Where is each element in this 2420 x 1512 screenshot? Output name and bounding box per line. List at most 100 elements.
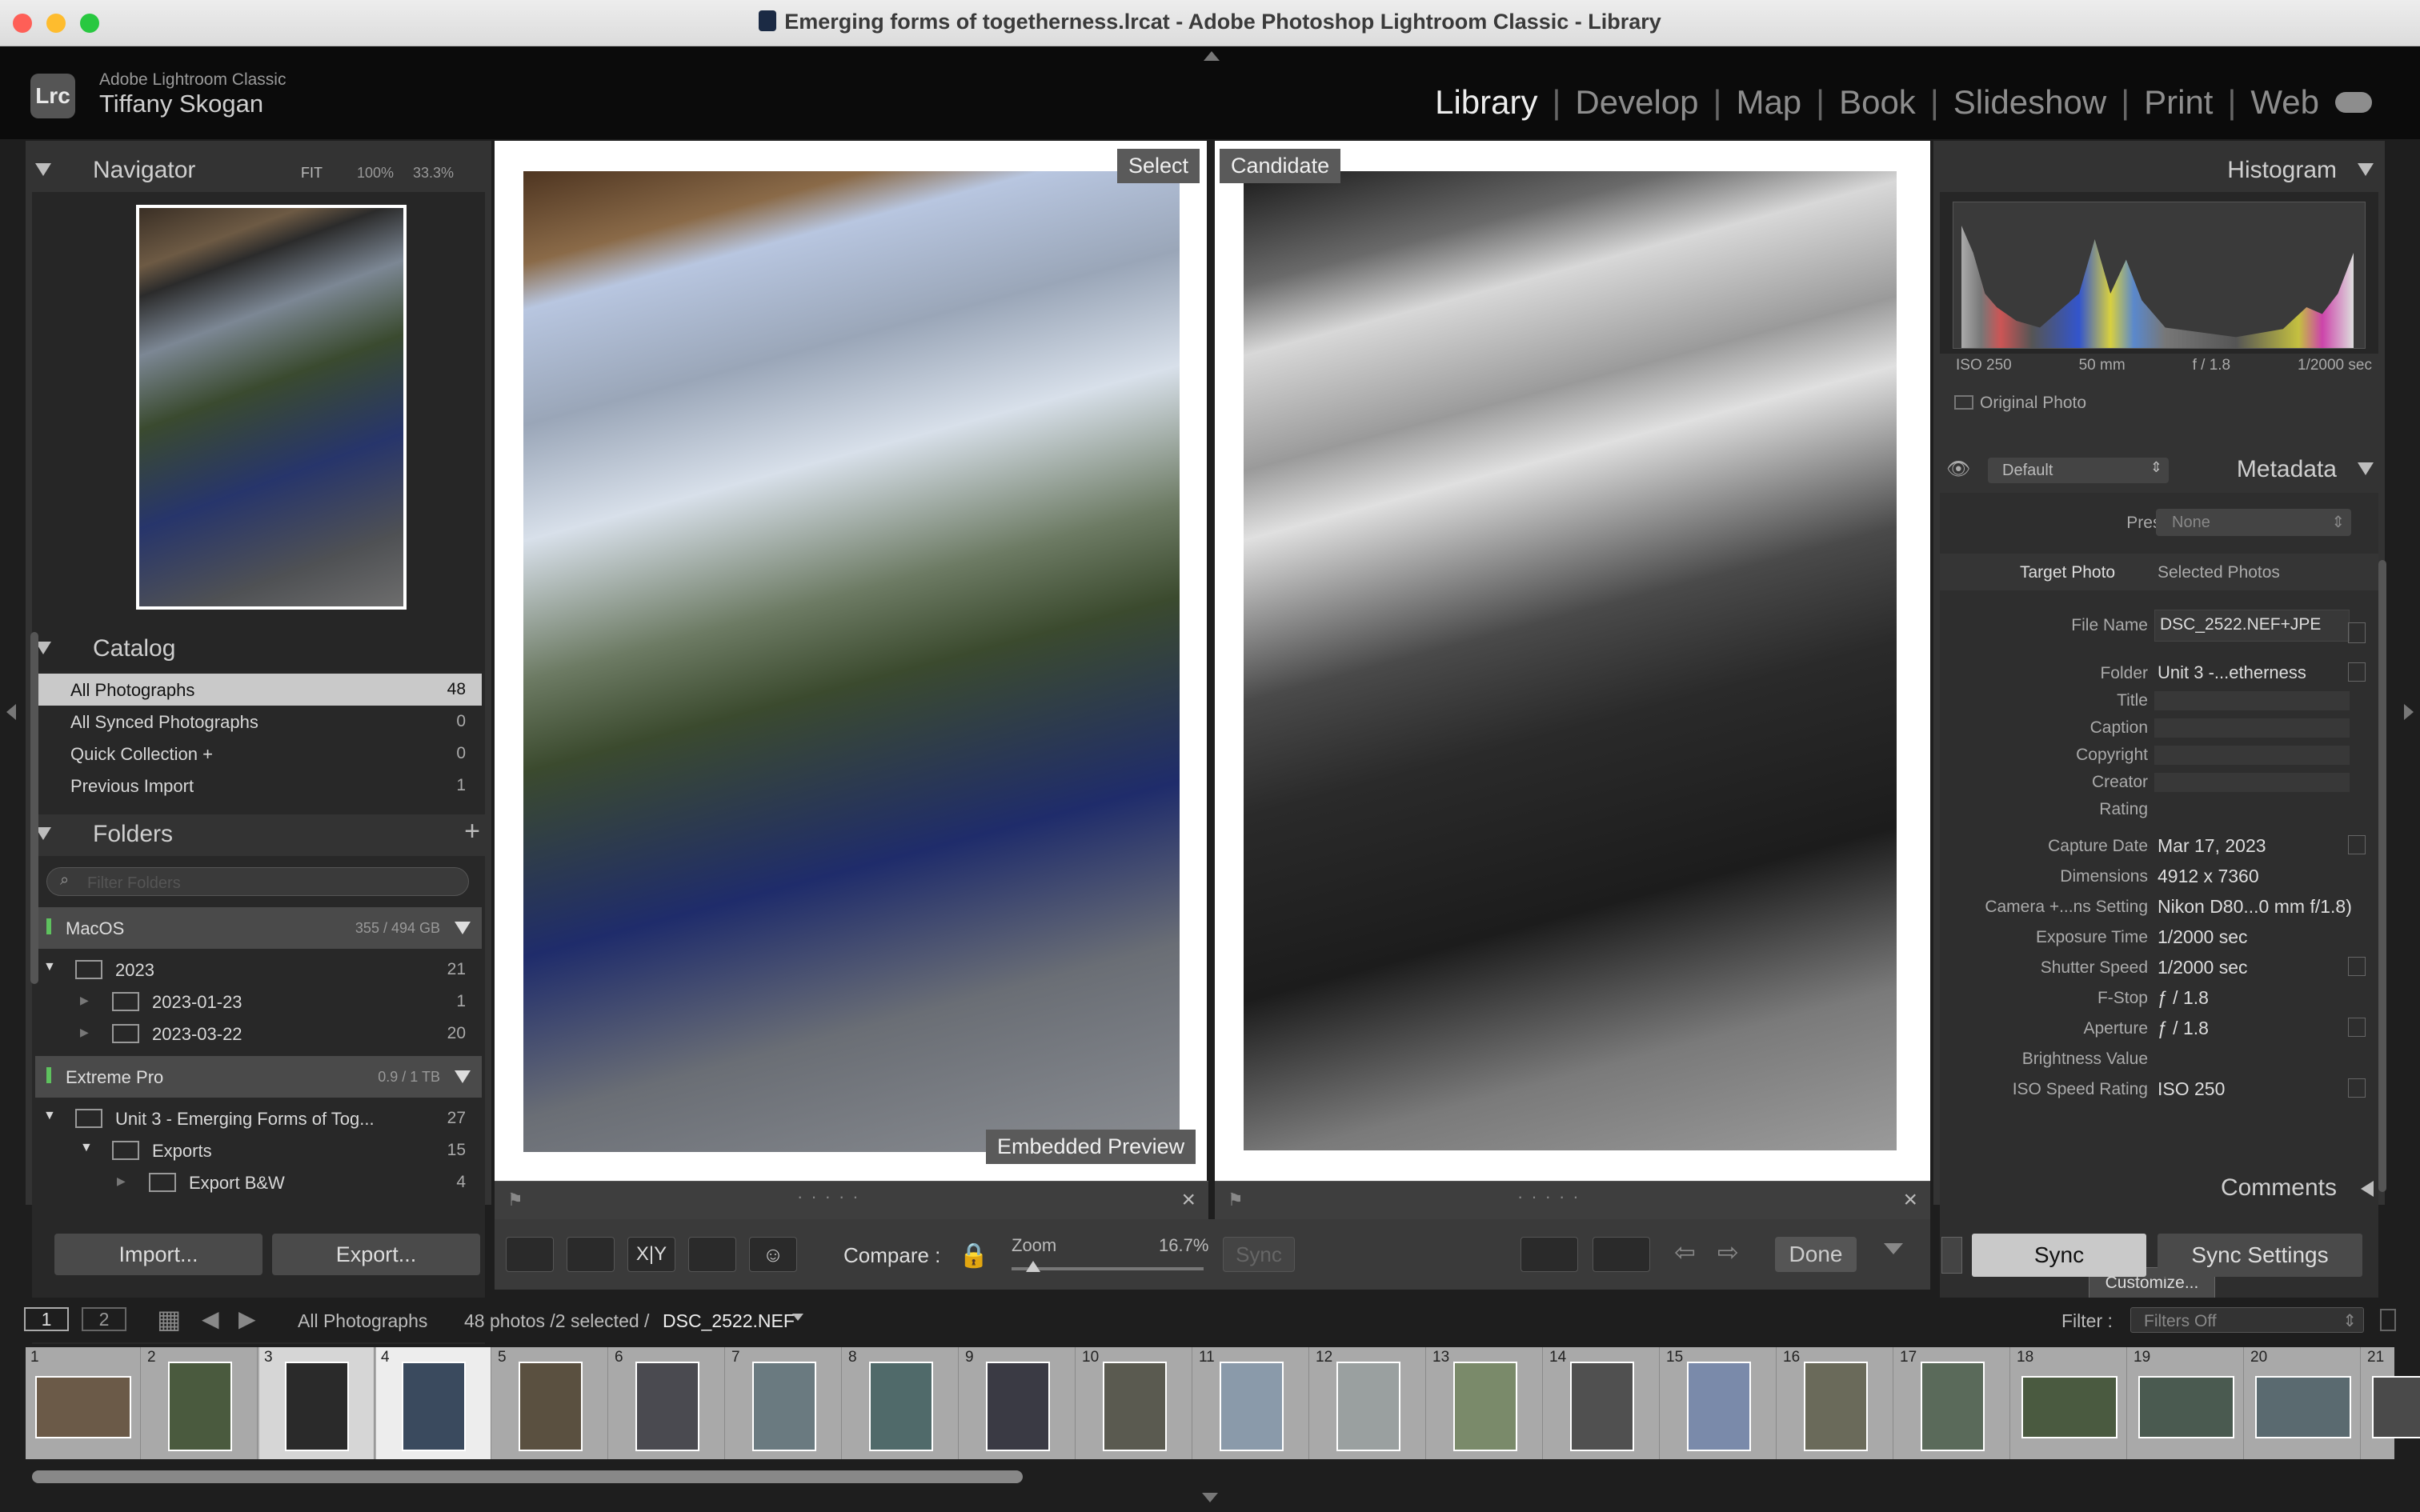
filmstrip-thumbnail-cell[interactable]: 20 (2246, 1347, 2361, 1459)
creator-field[interactable] (2154, 773, 2350, 792)
primary-window-button[interactable]: 1 (24, 1307, 69, 1331)
flag-icon[interactable]: ⚑ (1228, 1190, 1244, 1210)
volume-menu-triangle-icon[interactable] (455, 1070, 471, 1083)
histogram-header[interactable]: Histogram (1933, 147, 2385, 192)
filmstrip-thumbnail-cell[interactable]: 15 (1661, 1347, 1777, 1459)
filmstrip-thumbnail-cell[interactable]: 4 (376, 1347, 491, 1459)
catalog-item-all-photographs[interactable]: All Photographs 48 (35, 674, 482, 706)
module-print[interactable]: Print (2144, 83, 2213, 122)
lock-icon[interactable]: 🔒 (959, 1242, 988, 1270)
swap-icon[interactable] (1521, 1237, 1578, 1272)
import-button[interactable]: Import... (54, 1234, 262, 1275)
module-book[interactable]: Book (1839, 83, 1916, 122)
sync-button[interactable]: Sync (1972, 1234, 2146, 1277)
comments-header[interactable]: Comments (1933, 1166, 2385, 1208)
filmstrip-thumbnail-cell[interactable]: 13 (1428, 1347, 1543, 1459)
zoom-fit[interactable]: FIT (301, 165, 323, 182)
filmstrip-thumbnail-cell[interactable]: 17 (1895, 1347, 2010, 1459)
navigator-header[interactable]: Navigator FIT 100% 33.3% (26, 147, 491, 192)
folder-unit3[interactable]: ▼ Unit 3 - Emerging Forms of Tog... 27 (35, 1102, 482, 1134)
tab-selected-photos[interactable]: Selected Photos (2158, 563, 2280, 582)
current-dropdown-chevron-icon[interactable] (792, 1314, 803, 1321)
select-photo[interactable] (523, 171, 1180, 1152)
grid-icon[interactable]: ▦ (157, 1304, 181, 1334)
preset-dropdown[interactable]: None ⇕ (2156, 509, 2351, 536)
filmstrip-thumbnail-cell[interactable]: 18 (2012, 1347, 2127, 1459)
filmstrip-source[interactable]: All Photographs (298, 1310, 427, 1332)
title-field[interactable] (2154, 691, 2350, 710)
auto-sync-toggle[interactable] (1941, 1237, 1962, 1274)
people-view-icon[interactable]: ☺ (749, 1237, 797, 1272)
filename-field[interactable]: DSC_2522.NEF+JPE (2154, 610, 2350, 642)
export-button[interactable]: Export... (272, 1234, 480, 1275)
catalog-item-previous-import[interactable]: Previous Import 1 (35, 770, 482, 802)
filmstrip-thumbnail-cell[interactable]: 6 (610, 1347, 725, 1459)
filmstrip-current[interactable]: DSC_2522.NEF (663, 1310, 795, 1332)
filter-dropdown[interactable]: Filters Off ⇕ (2130, 1307, 2364, 1333)
catalog-item-quick-collection[interactable]: Quick Collection +0 (35, 738, 482, 770)
make-select-icon[interactable] (1593, 1237, 1650, 1272)
iso-action-icon[interactable] (2348, 1078, 2366, 1098)
filmstrip-thumbnail-cell[interactable]: 5 (493, 1347, 608, 1459)
zoom-100[interactable]: 100% (357, 165, 394, 182)
filmstrip-thumbnail-cell[interactable]: 19 (2129, 1347, 2244, 1459)
filter-lock-icon[interactable] (2380, 1309, 2396, 1331)
hide-right-panel-arrow-icon[interactable] (2404, 704, 2414, 720)
filmstrip-thumbnail-cell[interactable]: 16 (1778, 1347, 1893, 1459)
folder-2023-01-23[interactable]: ▶ 2023-01-23 1 (35, 986, 482, 1018)
add-folder-plus-icon[interactable]: + (464, 816, 480, 847)
folders-header[interactable]: Folders + (26, 811, 491, 856)
previous-arrow-icon[interactable]: ⇦ (1674, 1237, 1696, 1267)
rating-dots[interactable]: ····· (1517, 1186, 1587, 1207)
filmstrip-thumbnail-cell[interactable]: 12 (1311, 1347, 1426, 1459)
hide-left-panel-arrow-icon[interactable] (6, 704, 16, 720)
shutter-action-icon[interactable] (2348, 957, 2366, 976)
module-map[interactable]: Map (1736, 83, 1801, 122)
folder-export-bw[interactable]: ▶ Export B&W 4 (35, 1166, 482, 1198)
filmstrip-thumbnail-cell[interactable]: 21 (2362, 1347, 2420, 1459)
secondary-window-button[interactable]: 2 (82, 1307, 126, 1331)
capture-date-action-icon[interactable] (2348, 835, 2366, 854)
flag-icon[interactable]: ⚑ (507, 1190, 523, 1210)
module-slideshow[interactable]: Slideshow (1953, 83, 2106, 122)
metadata-set-dropdown[interactable]: Default ⇕ (1988, 458, 2169, 483)
done-button[interactable]: Done (1775, 1237, 1857, 1272)
sync-compare-button[interactable]: Sync (1223, 1237, 1295, 1272)
aperture-action-icon[interactable] (2348, 1018, 2366, 1037)
cloud-sync-icon[interactable] (2335, 92, 2372, 113)
zoom-slider-thumb[interactable] (1026, 1261, 1040, 1272)
catalog-header[interactable]: Catalog (26, 626, 491, 670)
filmstrip-thumbnail-cell[interactable]: 1 (26, 1347, 141, 1459)
folder-exports[interactable]: ▼ Exports 15 (35, 1134, 482, 1166)
filename-action-icon[interactable] (2348, 622, 2366, 643)
hide-top-panel-arrow-icon[interactable] (1204, 51, 1220, 61)
survey-view-icon[interactable] (688, 1237, 736, 1272)
module-web[interactable]: Web (2250, 83, 2319, 122)
forward-arrow-icon[interactable]: ▶ (238, 1306, 256, 1332)
filmstrip-thumbnail-cell[interactable]: 7 (727, 1347, 842, 1459)
compare-view-button[interactable]: X|Y (627, 1237, 675, 1272)
filmstrip-thumbnail-cell[interactable]: 2 (142, 1347, 258, 1459)
histogram-graph[interactable] (1953, 202, 2366, 349)
volume-extreme-pro[interactable]: Extreme Pro 0.9 / 1 TB (35, 1056, 482, 1098)
rating-dots[interactable]: ····· (797, 1186, 867, 1207)
close-icon[interactable]: × (1181, 1186, 1196, 1214)
grid-view-icon[interactable] (506, 1237, 554, 1272)
tab-target-photo[interactable]: Target Photo (2020, 563, 2115, 582)
filter-folders-input[interactable]: ⌕ Filter Folders (46, 867, 469, 896)
close-icon[interactable]: × (1903, 1186, 1917, 1214)
module-develop[interactable]: Develop (1575, 83, 1698, 122)
module-library[interactable]: Library (1435, 83, 1537, 122)
volume-macos[interactable]: MacOS 355 / 494 GB (35, 907, 482, 949)
filmstrip-thumbnail-cell[interactable]: 11 (1194, 1347, 1309, 1459)
loupe-view-icon[interactable] (567, 1237, 615, 1272)
metadata-header[interactable]: 👁 Default ⇕ Metadata (1933, 443, 2385, 491)
eye-icon[interactable]: 👁 (1946, 458, 1970, 481)
navigator-thumbnail[interactable] (136, 205, 407, 610)
filmstrip-thumbnail-cell[interactable]: 14 (1545, 1347, 1660, 1459)
caption-field[interactable] (2154, 718, 2350, 738)
candidate-photo[interactable] (1244, 171, 1897, 1150)
back-arrow-icon[interactable]: ◀ (202, 1306, 219, 1332)
filmstrip-scrollbar[interactable] (32, 1470, 1023, 1483)
copyright-field[interactable] (2154, 746, 2350, 765)
